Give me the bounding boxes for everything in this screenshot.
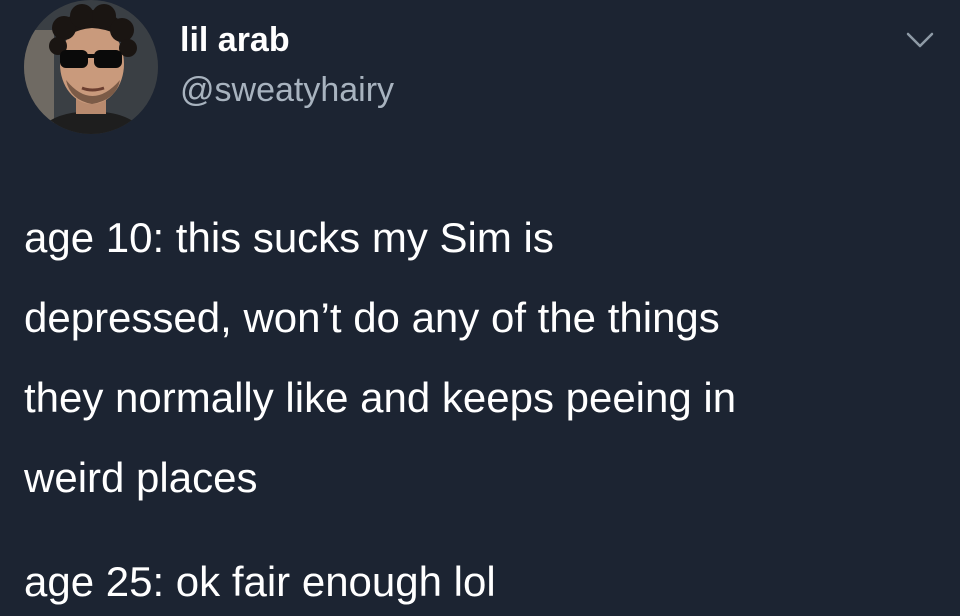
tweet-text-line: age 10: this sucks my Sim is xyxy=(24,214,554,261)
avatar-photo xyxy=(24,0,158,134)
author-display-name[interactable]: lil arab xyxy=(180,20,290,60)
chevron-down-icon[interactable] xyxy=(902,26,938,54)
avatar[interactable] xyxy=(24,0,158,134)
tweet-card: lil arab @sweatyhairy age 10: this sucks… xyxy=(0,0,960,616)
tweet-text-line: weird places xyxy=(24,454,258,501)
tweet-text: age 10: this sucks my Sim is depressed, … xyxy=(24,198,944,518)
tweet-text-line: they normally like and keeps peeing in xyxy=(24,374,737,421)
tweet-text-second-paragraph: age 25: ok fair enough lol xyxy=(24,558,496,605)
author-handle[interactable]: @sweatyhairy xyxy=(180,70,394,110)
tweet-text-line: depressed, won’t do any of the things xyxy=(24,294,720,341)
